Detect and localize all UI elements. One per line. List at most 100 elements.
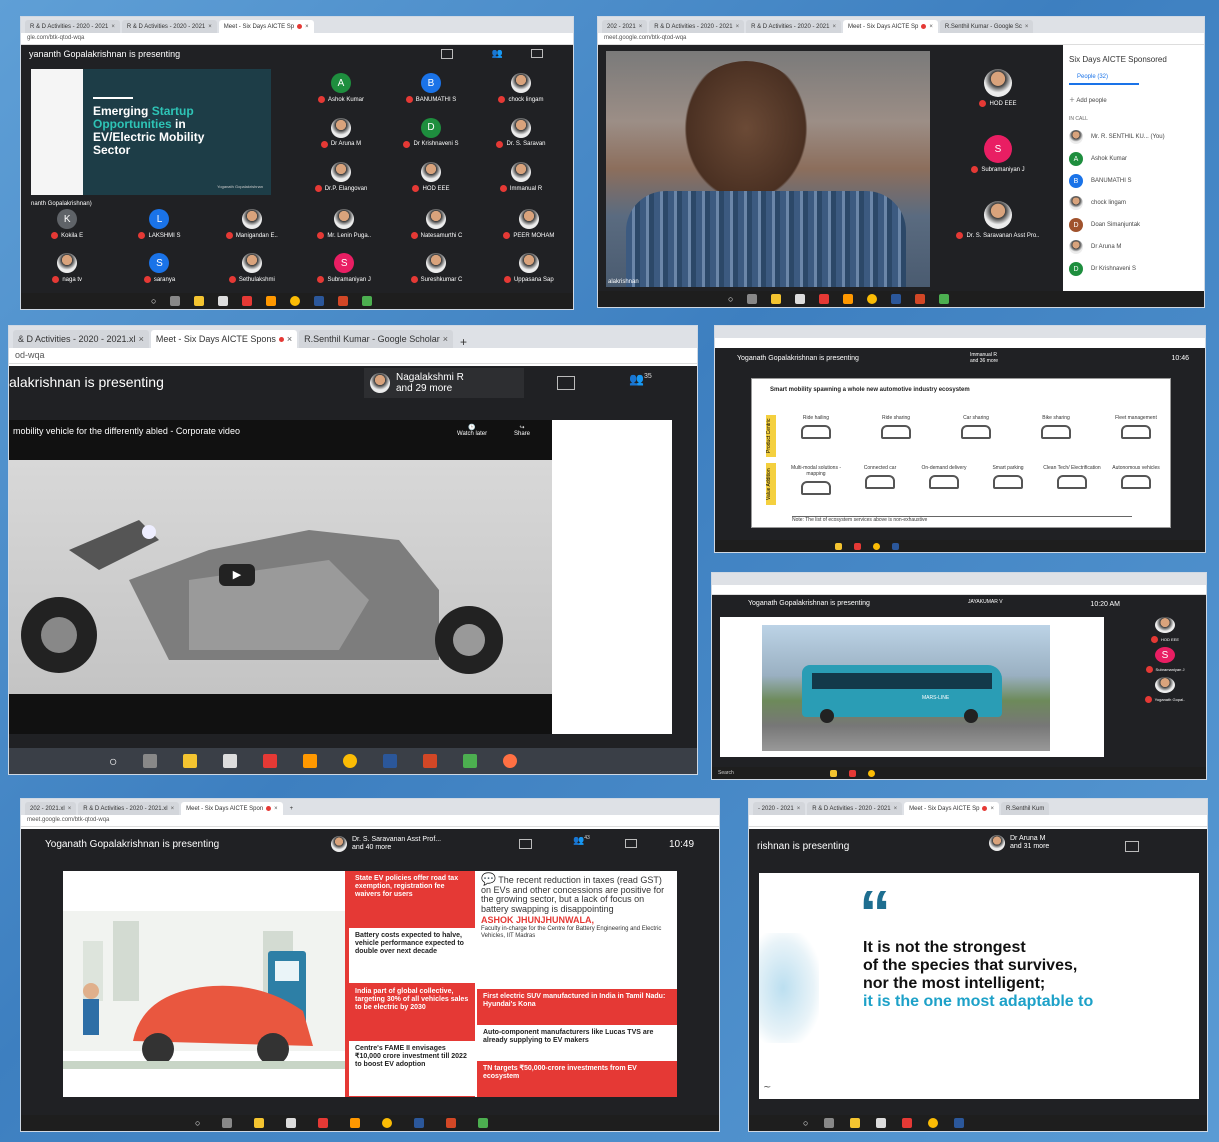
new-tab-button[interactable]: + [285, 802, 299, 815]
people-list-item[interactable]: Mr. R. SENTHIL KU... (You) [1069, 126, 1198, 148]
acrobat-icon[interactable] [902, 1118, 913, 1128]
participant-tile[interactable]: Natesamurthi C [390, 205, 482, 249]
start-icon[interactable]: ○ [151, 296, 156, 306]
app-icon[interactable] [843, 294, 854, 304]
participant-tile[interactable]: L LAKSHMI S [113, 205, 205, 249]
watch-later-button[interactable]: 🕒 Watch later [457, 424, 487, 437]
start-icon[interactable]: ○ [728, 294, 733, 304]
tab-meet[interactable]: Meet - Six Days AICTE Spon × [181, 802, 283, 815]
powerpoint-icon[interactable] [423, 754, 438, 768]
participant-tile[interactable]: PEER MOHAM [483, 205, 573, 249]
grid-icon[interactable] [519, 839, 532, 849]
participant-tile[interactable]: K Kokila E [21, 205, 113, 249]
taskview-icon[interactable] [143, 754, 158, 768]
taskview-icon[interactable] [170, 296, 181, 306]
chrome-icon[interactable] [928, 1118, 939, 1128]
acrobat-icon[interactable] [819, 294, 830, 304]
taskview-icon[interactable] [824, 1118, 835, 1128]
participant-tile[interactable]: Yoganath Gopal.. [1122, 673, 1206, 703]
tab-2[interactable]: R & D Activities - 2020 - 2021 × [807, 802, 903, 815]
people-list-item[interactable]: D Doan Simanjuntak [1069, 214, 1198, 236]
participant-tile[interactable]: S Subramaniyan J [298, 249, 390, 293]
word-icon[interactable] [891, 294, 902, 304]
taskview-icon[interactable] [747, 294, 758, 304]
tab-scholar[interactable]: R.Senthil Kum [1000, 802, 1050, 815]
explorer-icon[interactable] [194, 296, 205, 306]
people-list-item[interactable]: B BANUMATHI S [1069, 170, 1198, 192]
address-bar[interactable]: meet.google.com/btk-qtod-wqa [598, 33, 1204, 45]
participant-tile[interactable]: HOD EEE [386, 158, 476, 203]
store-icon[interactable] [795, 294, 806, 304]
powerpoint-icon[interactable] [338, 296, 349, 306]
video-player[interactable]: mobility vehicle for the differently abl… [9, 420, 552, 734]
start-icon[interactable]: ○ [109, 753, 117, 769]
app-icon[interactable] [266, 296, 277, 306]
share-button[interactable]: ↪ Share [514, 424, 530, 437]
participant-tile[interactable]: S Subramaniyan J [1122, 643, 1206, 673]
app-icon[interactable] [350, 1118, 361, 1128]
grid-icon[interactable] [557, 376, 575, 390]
tab-scholar[interactable]: R.Senthil Kumar - Google Scholar × [299, 330, 453, 348]
address-bar[interactable] [749, 815, 1207, 827]
participant-tile[interactable]: Sureshkumar C [390, 249, 482, 293]
participant-tile[interactable]: chock lingam [476, 69, 566, 114]
add-people-button[interactable]: ＋ Add people [1069, 95, 1198, 104]
participant-tile[interactable]: Dr. S. Saravan [476, 114, 566, 159]
app-icon[interactable] [303, 754, 318, 768]
store-icon[interactable] [223, 754, 238, 768]
acrobat-icon[interactable] [263, 754, 278, 768]
explorer-icon[interactable] [771, 294, 782, 304]
chat-icon[interactable] [531, 49, 543, 58]
participant-tile[interactable]: A Ashok Kumar [296, 69, 386, 114]
powerpoint-icon[interactable] [915, 294, 926, 304]
word-icon[interactable] [314, 296, 325, 306]
explorer-icon[interactable] [254, 1118, 265, 1128]
acrobat-icon[interactable] [854, 542, 861, 550]
participant-tile[interactable]: Uppasana Sap [483, 249, 573, 293]
store-icon[interactable] [286, 1118, 297, 1128]
tab-2[interactable]: R & D Activities - 2020 - 2021 × [649, 20, 745, 33]
participant-tile[interactable]: D Dr Krishnaveni S [386, 114, 476, 159]
chrome-icon[interactable] [873, 542, 880, 550]
people-tab[interactable]: People (32) [1069, 74, 1139, 85]
participant-tile[interactable]: HOD EEE [1122, 613, 1206, 643]
participant-tile[interactable]: B BANUMATHI S [386, 69, 476, 114]
participant-tile[interactable]: naga tv [21, 249, 113, 293]
tab-1[interactable]: 202 - 2021.xl × [25, 802, 77, 815]
chat-icon[interactable] [625, 839, 637, 848]
grid-icon[interactable] [441, 49, 453, 59]
participant-tile[interactable]: Manigandan E.. [206, 205, 298, 249]
address-bar[interactable]: od-wqa [9, 348, 697, 364]
tab-rd-2[interactable]: R & D Activities - 2020 - 2021 × [121, 20, 217, 33]
people-list-item[interactable]: D Dr Krishnaveni S [1069, 258, 1198, 280]
participant-tile[interactable]: S Subramaniyan J [934, 131, 1062, 197]
tab-1[interactable]: - 2020 - 2021 × [753, 802, 806, 815]
store-icon[interactable] [876, 1118, 887, 1128]
tab-2[interactable]: R & D Activities - 2020 - 2021.xl × [78, 802, 180, 815]
play-button[interactable]: ▶ [219, 564, 255, 586]
chrome-icon[interactable] [290, 296, 301, 306]
app2-icon[interactable] [362, 296, 373, 306]
grid-icon[interactable] [1125, 841, 1139, 852]
search-box[interactable]: Search [718, 770, 818, 776]
app2-icon[interactable] [463, 754, 478, 768]
address-bar[interactable]: meet.google.com/btk-qtod-wqa [21, 815, 719, 827]
word-icon[interactable] [892, 542, 899, 550]
tab-meet[interactable]: Meet - Six Days AICTE Spons × [150, 330, 298, 348]
people-icon[interactable]: 👥43 [573, 835, 590, 846]
acrobat-icon[interactable] [849, 769, 856, 777]
taskview-icon[interactable] [222, 1118, 233, 1128]
word-icon[interactable] [383, 754, 398, 768]
address-bar[interactable] [712, 585, 1206, 595]
explorer-icon[interactable] [830, 769, 837, 777]
participant-tile[interactable]: Ssaranya [113, 249, 205, 293]
app2-icon[interactable] [939, 294, 950, 304]
word-icon[interactable] [954, 1118, 965, 1128]
people-icon[interactable]: 👥35 [629, 372, 652, 386]
chrome-icon[interactable] [382, 1118, 393, 1128]
acrobat-icon[interactable] [242, 296, 253, 306]
acrobat-icon[interactable] [318, 1118, 329, 1128]
powerpoint-icon[interactable] [446, 1118, 457, 1128]
people-list-item[interactable]: chock lingam [1069, 192, 1198, 214]
app2-icon[interactable] [478, 1118, 489, 1128]
